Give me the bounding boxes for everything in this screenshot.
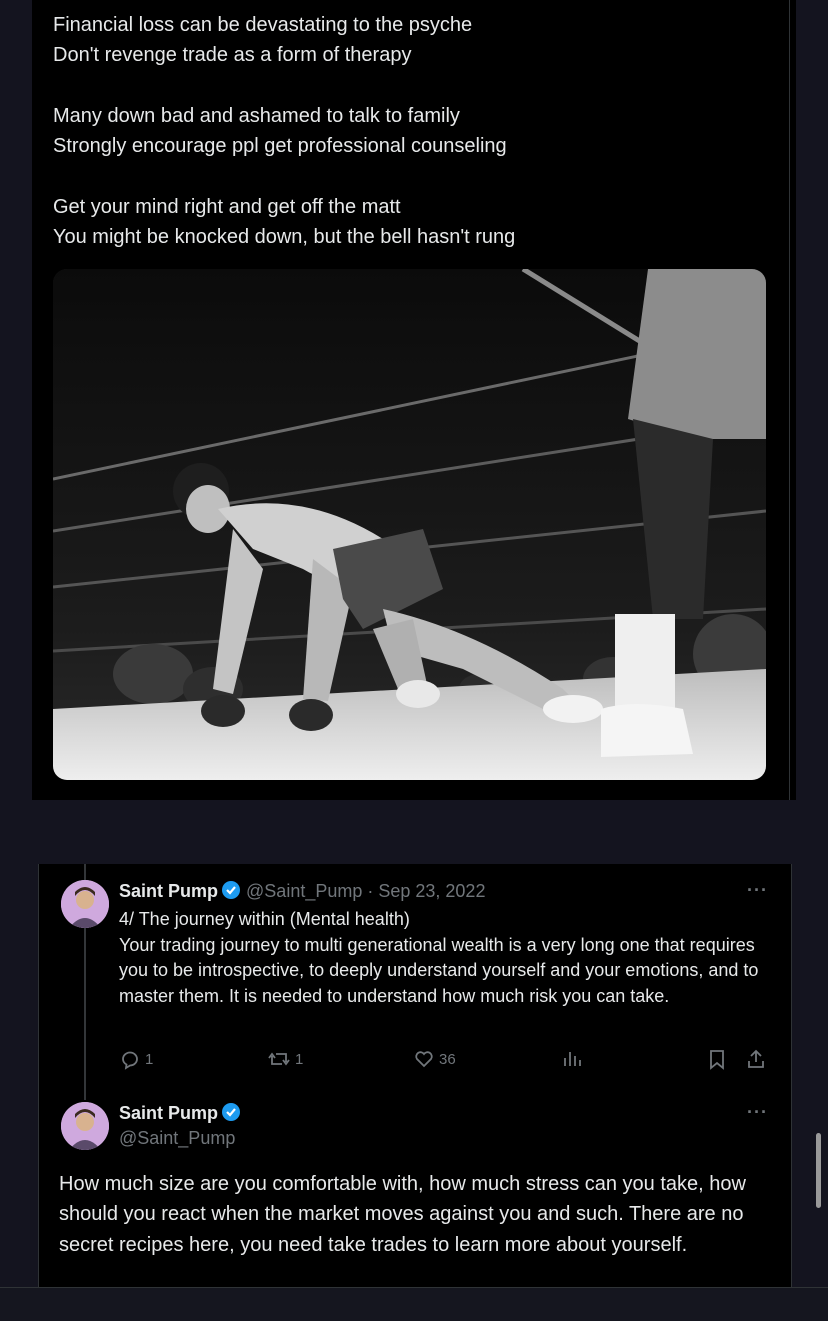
tweet-card-top: Financial loss can be devastating to the… bbox=[32, 0, 796, 800]
avatar[interactable] bbox=[61, 880, 109, 928]
share-icon bbox=[745, 1048, 767, 1070]
reply-button[interactable]: 1 bbox=[119, 1048, 153, 1070]
views-icon bbox=[561, 1048, 583, 1070]
tweet-card-thread: Saint Pump @Saint_Pump · Sep 23, 2022 ··… bbox=[38, 864, 792, 1288]
like-icon bbox=[413, 1048, 435, 1070]
text-line: Don't revenge trade as a form of therapy bbox=[53, 44, 412, 67]
bookmark-icon bbox=[707, 1048, 727, 1070]
verified-icon bbox=[221, 1102, 241, 1127]
post-text: 4/ The journey within (Mental health) Yo… bbox=[119, 907, 759, 1009]
views-button[interactable] bbox=[561, 1048, 583, 1070]
tweet-text: Financial loss can be devastating to the… bbox=[53, 10, 773, 252]
text-line: Many down bad and ashamed to talk to fam… bbox=[53, 104, 460, 127]
author-name[interactable]: Saint Pump bbox=[119, 1103, 218, 1123]
reply-icon bbox=[119, 1048, 141, 1070]
post-header: Saint Pump @Saint_Pump · Sep 23, 2022 bbox=[119, 880, 485, 905]
action-bar: 1 1 36 bbox=[119, 1048, 769, 1072]
more-icon[interactable]: ··· bbox=[747, 1102, 768, 1123]
post-body: How much size are you comfortable with, … bbox=[59, 1173, 746, 1256]
more-icon[interactable]: ··· bbox=[747, 880, 768, 901]
repost-count: 1 bbox=[295, 1050, 304, 1068]
repost-icon bbox=[267, 1048, 291, 1070]
tweet-photo[interactable] bbox=[53, 269, 766, 780]
reply-count: 1 bbox=[145, 1050, 154, 1068]
text-line: Financial loss can be devastating to the… bbox=[53, 14, 473, 36]
bookmark-button[interactable] bbox=[707, 1048, 727, 1070]
author-handle-date[interactable]: @Saint_Pump · Sep 23, 2022 bbox=[246, 881, 485, 901]
bottom-bar bbox=[0, 1287, 828, 1321]
repost-button[interactable]: 1 bbox=[267, 1048, 303, 1070]
post-text: How much size are you comfortable with, … bbox=[59, 1169, 779, 1260]
avatar[interactable] bbox=[61, 1102, 109, 1150]
text-line: Get your mind right and get off the matt bbox=[53, 195, 401, 218]
author-handle[interactable]: @Saint_Pump bbox=[119, 1128, 235, 1149]
like-button[interactable]: 36 bbox=[413, 1048, 456, 1070]
share-button[interactable] bbox=[745, 1048, 767, 1070]
text-line: You might be knocked down, but the bell … bbox=[53, 226, 516, 249]
verified-icon bbox=[221, 880, 241, 905]
post-title: 4/ The journey within (Mental health) bbox=[119, 909, 410, 929]
like-count: 36 bbox=[439, 1050, 456, 1068]
scrollbar-thumb[interactable] bbox=[816, 1133, 821, 1208]
post-body: Your trading journey to multi generation… bbox=[119, 934, 759, 1006]
text-line: Strongly encourage ppl get professional … bbox=[53, 135, 507, 158]
author-name[interactable]: Saint Pump bbox=[119, 881, 218, 901]
card-border bbox=[789, 0, 790, 800]
post-header: Saint Pump bbox=[119, 1102, 241, 1127]
